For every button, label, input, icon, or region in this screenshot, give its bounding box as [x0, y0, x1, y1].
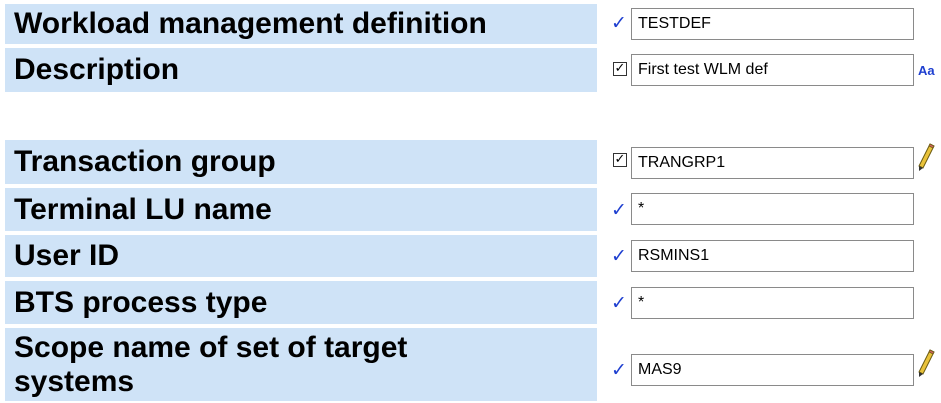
required-check-icon: ✓ [611, 292, 627, 314]
pencil-icon[interactable] [913, 348, 937, 378]
field-value: TESTDEF [638, 15, 711, 32]
required-check-icon: ✓ [611, 199, 627, 221]
row-label-scope-name: Scope name of set of target systems [5, 328, 597, 401]
user-id-input[interactable]: RSMINS1 [631, 240, 914, 272]
field-value: MAS9 [638, 361, 682, 378]
checkbox-icon: ✓ [613, 152, 627, 167]
bts-process-type-input[interactable]: * [631, 287, 914, 319]
field-value: * [638, 200, 645, 217]
field-value: RSMINS1 [638, 247, 710, 264]
workload-definition-input[interactable]: TESTDEF [631, 8, 914, 40]
terminal-lu-name-input[interactable]: * [631, 193, 914, 225]
required-check-icon: ✓ [611, 359, 627, 381]
row-label-bts-process-type: BTS process type [5, 281, 597, 324]
label-text: Description [14, 53, 180, 86]
required-check-icon: ✓ [611, 12, 627, 34]
row-label-user-id: User ID [5, 235, 597, 277]
transaction-group-checkbox[interactable]: ✓ [610, 150, 630, 170]
row-label-workload-management-definition: Workload management definition [5, 4, 597, 44]
scope-name-input[interactable]: MAS9 [631, 354, 914, 386]
row-label-description: Description [5, 48, 597, 92]
label-text: User ID [14, 239, 120, 272]
label-text: BTS process type [14, 285, 268, 319]
field-value: TRANGRP1 [638, 154, 726, 171]
required-check-icon: ✓ [611, 245, 627, 267]
label-text: Workload management definition [14, 7, 487, 40]
label-text: Terminal LU name [14, 192, 272, 226]
label-text: Scope name of set of target systems [14, 331, 408, 398]
pencil-icon[interactable] [913, 142, 937, 172]
field-value: First test WLM def [638, 61, 768, 78]
description-checkbox[interactable]: ✓ [610, 59, 630, 79]
transaction-group-input[interactable]: TRANGRP1 [631, 147, 914, 179]
label-text: Transaction group [14, 145, 276, 178]
row-label-transaction-group: Transaction group [5, 140, 597, 184]
field-value: * [638, 294, 645, 311]
row-label-terminal-lu-name: Terminal LU name [5, 188, 597, 231]
description-input[interactable]: First test WLM def [631, 54, 914, 86]
text-case-label: Aa [918, 63, 935, 78]
text-case-icon[interactable]: Aa [918, 64, 935, 78]
checkbox-icon: ✓ [613, 61, 627, 76]
